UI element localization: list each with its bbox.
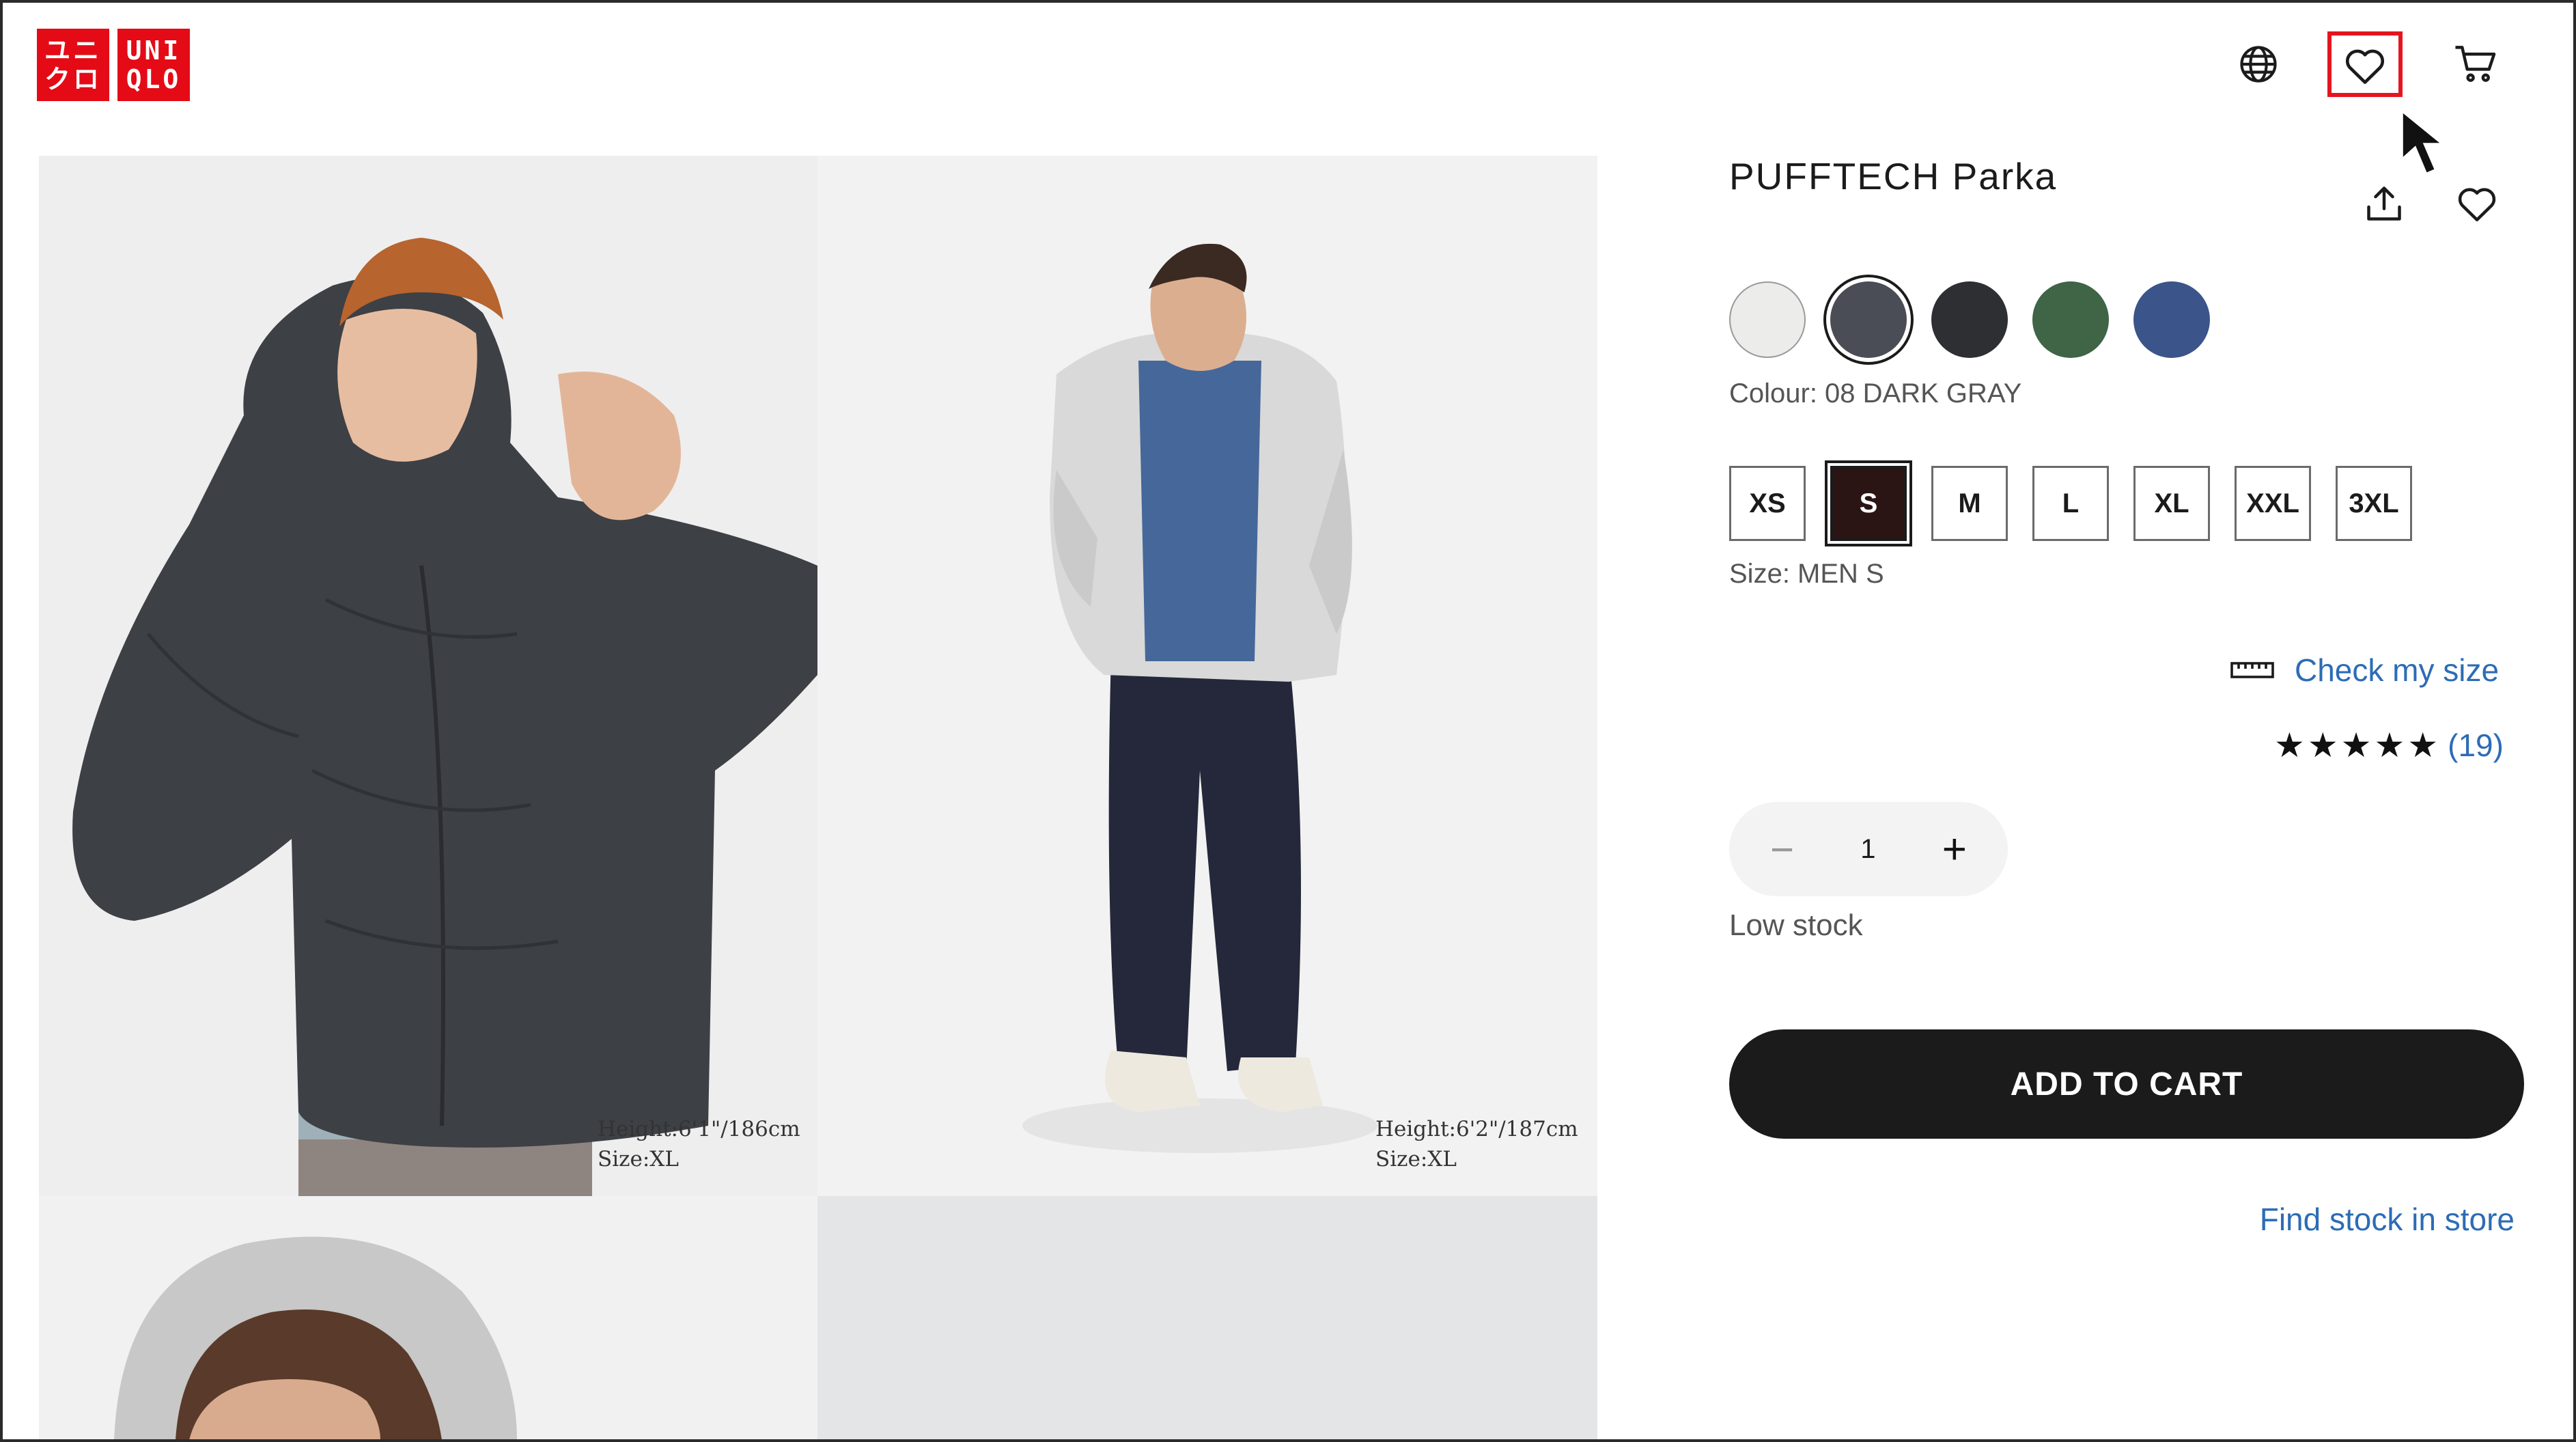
photo-1-caption: Height:6'1"/186cm Size:XL xyxy=(598,1114,800,1174)
product-photo-3[interactable] xyxy=(39,1196,817,1439)
size-label: Size: MEN S xyxy=(1729,559,1884,589)
uniqlo-logo[interactable]: ユニ クロ UNI QLO xyxy=(37,29,190,101)
size-option-xs[interactable]: XS xyxy=(1729,466,1806,541)
photo-2-size: Size:XL xyxy=(1375,1147,1457,1171)
wishlist-product-button[interactable] xyxy=(2439,169,2515,238)
colour-swatch-blue[interactable] xyxy=(2133,281,2210,358)
check-size-link[interactable]: Check my size xyxy=(2230,652,2499,689)
stock-status: Low stock xyxy=(1729,909,1863,942)
logo-text-top: UNI xyxy=(126,36,182,66)
logo-kana-block: ユニ クロ xyxy=(37,29,109,101)
quantity-decrease-button[interactable]: − xyxy=(1770,826,1794,873)
product-rating[interactable]: ★★★★★ (19) xyxy=(2274,725,2504,765)
logo-latin-block: UNI QLO xyxy=(117,29,190,101)
logo-text-bottom: QLO xyxy=(126,64,182,94)
product-title: PUFFTECH Parka xyxy=(1729,155,2058,197)
logo-kana-bottom: クロ xyxy=(44,64,102,94)
colour-swatch-offwhite[interactable] xyxy=(1729,281,1806,358)
logo-kana-top: ユニ xyxy=(44,36,102,66)
size-option-m[interactable]: M xyxy=(1931,466,2008,541)
check-size-label: Check my size xyxy=(2295,652,2500,688)
product-gallery: Height:6'1"/186cm Size:XL Height:6'2"/18… xyxy=(39,156,1597,1439)
quantity-increase-button[interactable]: + xyxy=(1942,825,1967,874)
globe-icon xyxy=(2240,46,2277,83)
rating-count: (19) xyxy=(2448,727,2504,763)
colour-swatch-green[interactable] xyxy=(2032,281,2109,358)
colour-label: Colour: 08 DARK GRAY xyxy=(1729,378,2022,408)
quantity-value[interactable]: 1 xyxy=(1860,834,1875,865)
product-photo-4[interactable] xyxy=(817,1196,1597,1439)
add-to-cart-button[interactable]: ADD TO CART xyxy=(1729,1029,2524,1139)
find-stock-link[interactable]: Find stock in store xyxy=(2260,1201,2515,1238)
photo-2-caption: Height:6'2"/187cm Size:XL xyxy=(1375,1114,1578,1174)
cart-icon xyxy=(2455,46,2496,82)
quantity-stepper: − 1 + xyxy=(1729,802,2008,896)
click-highlight-box xyxy=(2327,31,2403,97)
size-option-xxl[interactable]: XXL xyxy=(2235,466,2311,541)
heart-icon xyxy=(2458,188,2496,221)
model-light-parka-image xyxy=(817,156,1597,1196)
rating-stars: ★★★★★ xyxy=(2274,726,2441,764)
colour-swatch-dark-gray[interactable] xyxy=(1830,281,1907,358)
product-photo-1[interactable]: Height:6'1"/186cm Size:XL xyxy=(39,156,817,1196)
share-button[interactable] xyxy=(2347,169,2422,238)
photo-2-height: Height:6'2"/187cm xyxy=(1375,1117,1578,1141)
colour-swatch-black[interactable] xyxy=(1931,281,2008,358)
photo-1-height: Height:6'1"/186cm xyxy=(598,1117,800,1141)
size-option-xl[interactable]: XL xyxy=(2133,466,2210,541)
browser-viewport: ユニ クロ UNI QLO Height:6'1"/186cm Size:XL … xyxy=(0,0,2576,1442)
ruler-icon xyxy=(2230,662,2274,678)
model-hood-closeup-image xyxy=(39,1196,817,1439)
size-option-s[interactable]: S xyxy=(1830,466,1907,541)
product-flat-image xyxy=(817,1196,1597,1439)
photo-1-size: Size:XL xyxy=(598,1147,679,1171)
model-dark-parka-image xyxy=(39,156,817,1196)
product-photo-2[interactable]: Height:6'2"/187cm Size:XL xyxy=(817,156,1597,1196)
language-button[interactable] xyxy=(2221,30,2296,98)
share-icon xyxy=(2367,186,2401,221)
cart-header-button[interactable] xyxy=(2438,30,2513,98)
size-option-l[interactable]: L xyxy=(2032,466,2109,541)
size-option-3xl[interactable]: 3XL xyxy=(2336,466,2412,541)
